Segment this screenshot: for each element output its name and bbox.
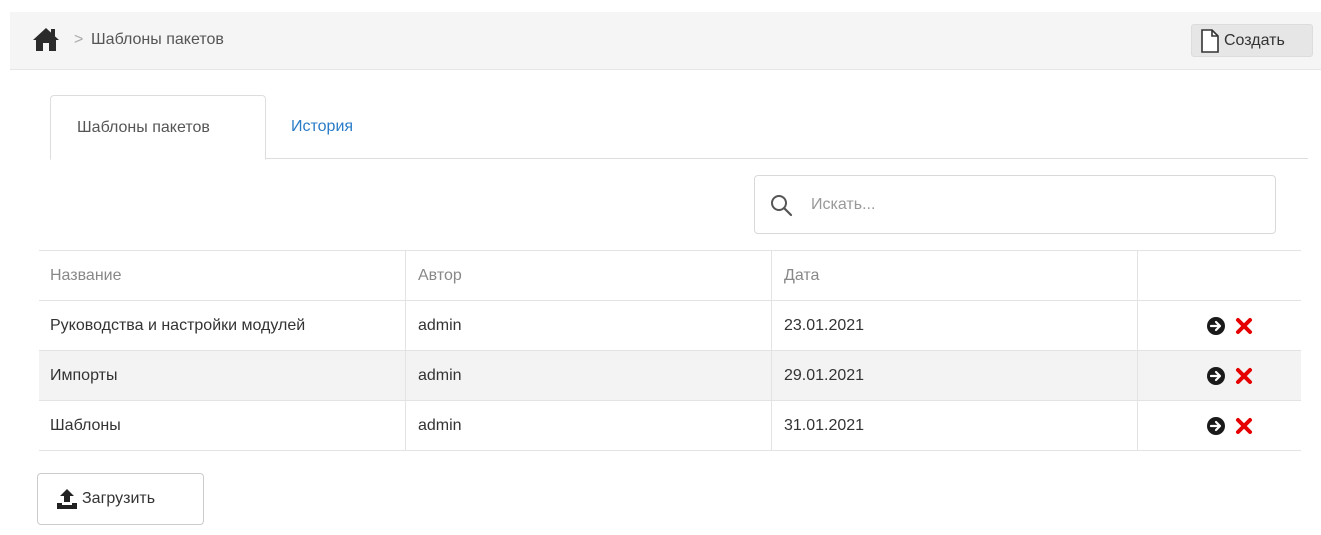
breadcrumb-separator: > [74, 31, 84, 48]
table-header-row: Название Автор Дата [39, 251, 1301, 301]
table-row: Руководства и настройки модулей admin 23… [39, 301, 1301, 351]
row-date: 29.01.2021 [771, 351, 1137, 401]
row-name: Руководства и настройки модулей [50, 317, 306, 334]
delete-x-icon[interactable] [1234, 416, 1254, 436]
arrow-circle-right-icon[interactable] [1206, 416, 1226, 436]
delete-x-icon[interactable] [1234, 316, 1254, 336]
upload-icon [57, 489, 77, 509]
home-icon[interactable] [32, 26, 60, 52]
tab-package-templates[interactable]: Шаблоны пакетов [50, 95, 266, 160]
create-button[interactable]: Создать [1191, 24, 1313, 57]
column-header-author[interactable]: Автор [405, 251, 771, 301]
create-button-label: Создать [1224, 31, 1285, 49]
breadcrumb-current: Шаблоны пакетов [91, 31, 224, 48]
search-input[interactable] [811, 190, 1251, 220]
row-actions [1137, 401, 1301, 451]
search-box [754, 175, 1276, 234]
tab-history[interactable]: История [291, 95, 353, 159]
row-author: admin [405, 351, 771, 401]
table-row: Импорты admin 29.01.2021 [39, 351, 1301, 401]
search-icon [771, 195, 793, 217]
top-bar: > Шаблоны пакетов Создать [10, 12, 1321, 70]
row-name: Шаблоны [50, 417, 121, 434]
column-header-date[interactable]: Дата [771, 251, 1137, 301]
row-actions [1137, 301, 1301, 351]
column-header-name[interactable]: Название [39, 251, 405, 301]
row-author: admin [405, 401, 771, 451]
upload-button-label: Загрузить [82, 490, 156, 507]
table-row: Шаблоны admin 31.01.2021 [39, 401, 1301, 451]
row-date: 31.01.2021 [771, 401, 1137, 451]
arrow-circle-right-icon[interactable] [1206, 366, 1226, 386]
delete-x-icon[interactable] [1234, 366, 1254, 386]
row-name: Импорты [50, 367, 118, 384]
row-date: 23.01.2021 [771, 301, 1137, 351]
file-icon [1201, 28, 1219, 53]
arrow-circle-right-icon[interactable] [1206, 316, 1226, 336]
upload-button[interactable]: Загрузить [37, 473, 204, 525]
row-author: admin [405, 301, 771, 351]
tab-bar: Шаблоны пакетов История [50, 95, 1308, 160]
row-actions [1137, 351, 1301, 401]
column-header-actions [1137, 251, 1301, 301]
templates-table: Название Автор Дата Руководства и настро… [39, 250, 1301, 451]
